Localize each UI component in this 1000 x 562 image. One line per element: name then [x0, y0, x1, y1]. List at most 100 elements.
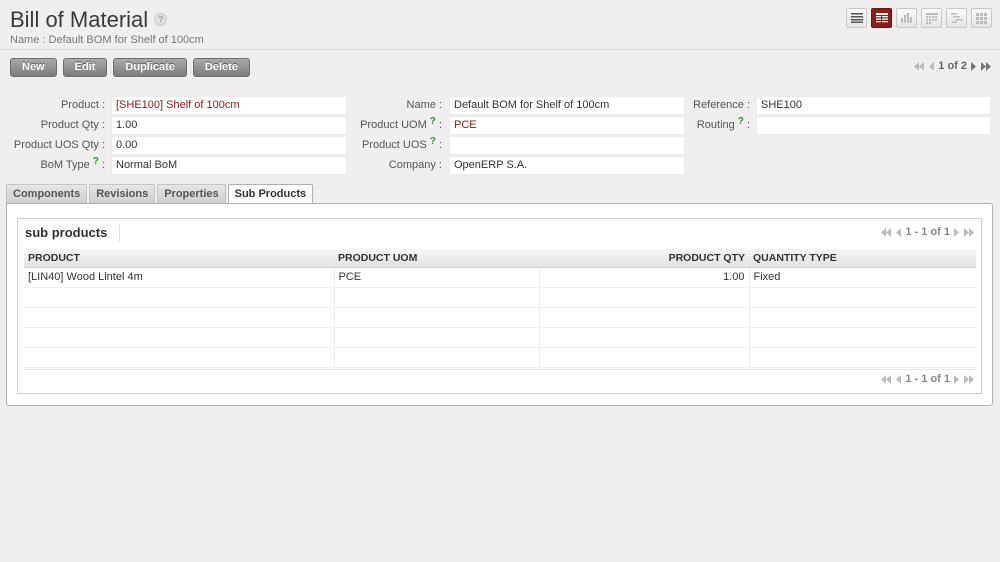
- cell-product: [24, 327, 335, 348]
- form-view-button[interactable]: [871, 8, 892, 28]
- grid-title: sub products: [25, 225, 121, 242]
- help-icon[interactable]: ?: [430, 136, 436, 147]
- previous-page-icon[interactable]: [928, 61, 935, 71]
- bom-type-label: BoM Type? :: [0, 156, 105, 175]
- cell-product-qty: [539, 327, 750, 348]
- graph-view-button[interactable]: [896, 8, 917, 28]
- cell-quantity-type: [749, 327, 976, 348]
- grid-pager-top: 1 - 1 of 1: [880, 226, 975, 238]
- edit-button[interactable]: Edit: [62, 58, 108, 77]
- new-button[interactable]: New: [10, 58, 57, 77]
- sub-products-panel: sub products 1 - 1 of 1 PRODUCT PRODUCT …: [6, 203, 993, 406]
- cell-quantity-type: [749, 307, 976, 328]
- record-pager: 1 of 2: [913, 60, 992, 72]
- calendar-view-button[interactable]: [921, 8, 942, 28]
- page-title: Bill of Material: [10, 7, 149, 32]
- table-row: [24, 327, 976, 348]
- list-view-button[interactable]: [846, 8, 867, 28]
- product-uos-colon: :: [438, 139, 442, 151]
- cell-product: [24, 287, 335, 308]
- tab-components[interactable]: Components: [6, 184, 88, 203]
- grid-footer-divider: [24, 369, 976, 370]
- sub-products-grid: sub products 1 - 1 of 1 PRODUCT PRODUCT …: [17, 218, 982, 394]
- tab-properties[interactable]: Properties: [157, 184, 226, 203]
- next-page-icon[interactable]: [953, 227, 960, 237]
- name-field[interactable]: Default BOM for Shelf of 100cm: [449, 96, 685, 115]
- action-toolbar: New Edit Duplicate Delete: [10, 58, 250, 77]
- bom-type-field[interactable]: Normal BoM: [111, 156, 347, 175]
- company-field[interactable]: OpenERP S.A.: [449, 156, 685, 175]
- column-header-product[interactable]: PRODUCT: [24, 249, 334, 268]
- view-switcher: [846, 8, 992, 28]
- cell-product-uom: [334, 347, 540, 368]
- duplicate-button[interactable]: Duplicate: [113, 58, 187, 77]
- last-page-icon[interactable]: [963, 374, 975, 384]
- table-row: [24, 347, 976, 368]
- product-uom-field[interactable]: PCE: [449, 116, 685, 135]
- tab-revisions[interactable]: Revisions: [89, 184, 156, 203]
- sub-products-table: PRODUCT PRODUCT UOM PRODUCT QTY QUANTITY…: [24, 249, 976, 368]
- calendar-icon: [925, 12, 938, 24]
- product-qty-field[interactable]: 1.00: [111, 116, 347, 135]
- product-uos-label-text: Product UOS: [361, 139, 427, 151]
- help-icon[interactable]: ?: [93, 156, 99, 167]
- gantt-view-button[interactable]: [946, 8, 967, 28]
- product-label: Product :: [60, 99, 105, 111]
- cell-product: [24, 347, 335, 368]
- next-page-icon[interactable]: [953, 374, 960, 384]
- cell-product-uom: [334, 287, 540, 308]
- cell-product-uom: [334, 327, 540, 348]
- bom-type-colon: :: [101, 159, 105, 171]
- table-row: [24, 287, 976, 308]
- next-page-icon[interactable]: [970, 61, 977, 71]
- routing-label: Routing? :: [680, 116, 750, 135]
- column-header-quantity-type[interactable]: QUANTITY TYPE: [749, 249, 976, 268]
- previous-page-icon[interactable]: [895, 374, 902, 384]
- cell-product-qty: [539, 307, 750, 328]
- first-page-icon[interactable]: [880, 227, 892, 237]
- table-header-row: PRODUCT PRODUCT UOM PRODUCT QTY QUANTITY…: [24, 249, 976, 268]
- cell-product-uom: PCE: [334, 267, 540, 288]
- column-header-product-uom[interactable]: PRODUCT UOM: [334, 249, 539, 268]
- grid-pager-text: 1 - 1 of 1: [905, 226, 950, 238]
- delete-button[interactable]: Delete: [192, 58, 250, 77]
- grid-icon: [976, 12, 987, 24]
- cell-quantity-type: [749, 287, 976, 308]
- pager-text: 1 of 2: [938, 60, 967, 72]
- table-row[interactable]: [LIN40] Wood Lintel 4m PCE 1.00 Fixed: [24, 267, 976, 288]
- help-icon[interactable]: ?: [430, 116, 436, 127]
- routing-colon: :: [746, 119, 750, 131]
- last-page-icon[interactable]: [963, 227, 975, 237]
- list-icon: [850, 13, 863, 23]
- product-field[interactable]: [SHE100] Shelf of 100cm: [111, 96, 347, 115]
- reference-field[interactable]: SHE100: [756, 96, 991, 115]
- first-page-icon[interactable]: [913, 61, 925, 71]
- record-subtitle: Name : Default BOM for Shelf of 100cm: [10, 34, 204, 46]
- routing-field[interactable]: [756, 116, 991, 135]
- kanban-view-button[interactable]: [971, 8, 992, 28]
- grid-pager-text: 1 - 1 of 1: [905, 373, 950, 385]
- cell-product: [LIN40] Wood Lintel 4m: [24, 267, 335, 288]
- product-uom-label: Product UOM? :: [340, 116, 442, 135]
- table-row: [24, 307, 976, 328]
- name-label: Name :: [406, 99, 442, 111]
- cell-product-uom: [334, 307, 540, 328]
- product-uos-qty-field[interactable]: 0.00: [111, 136, 347, 155]
- cell-product: [24, 307, 335, 328]
- product-qty-label: Product Qty :: [40, 119, 105, 131]
- notebook-tabs: Components Revisions Properties Sub Prod…: [6, 184, 314, 204]
- product-uos-field[interactable]: [449, 136, 685, 155]
- column-header-product-qty[interactable]: PRODUCT QTY: [539, 249, 749, 268]
- product-uos-qty-label: Product UOS Qty :: [13, 139, 105, 151]
- help-icon[interactable]: ?: [738, 116, 744, 127]
- previous-page-icon[interactable]: [895, 227, 902, 237]
- cell-quantity-type: [749, 347, 976, 368]
- cell-product-qty: [539, 287, 750, 308]
- product-uom-colon: :: [438, 119, 442, 131]
- last-page-icon[interactable]: [980, 61, 992, 71]
- product-uom-label-text: Product UOM: [360, 119, 427, 131]
- help-icon[interactable]: ?: [154, 12, 168, 26]
- grid-pager-bottom: 1 - 1 of 1: [880, 373, 975, 385]
- tab-sub-products[interactable]: Sub Products: [227, 184, 314, 204]
- first-page-icon[interactable]: [880, 374, 892, 384]
